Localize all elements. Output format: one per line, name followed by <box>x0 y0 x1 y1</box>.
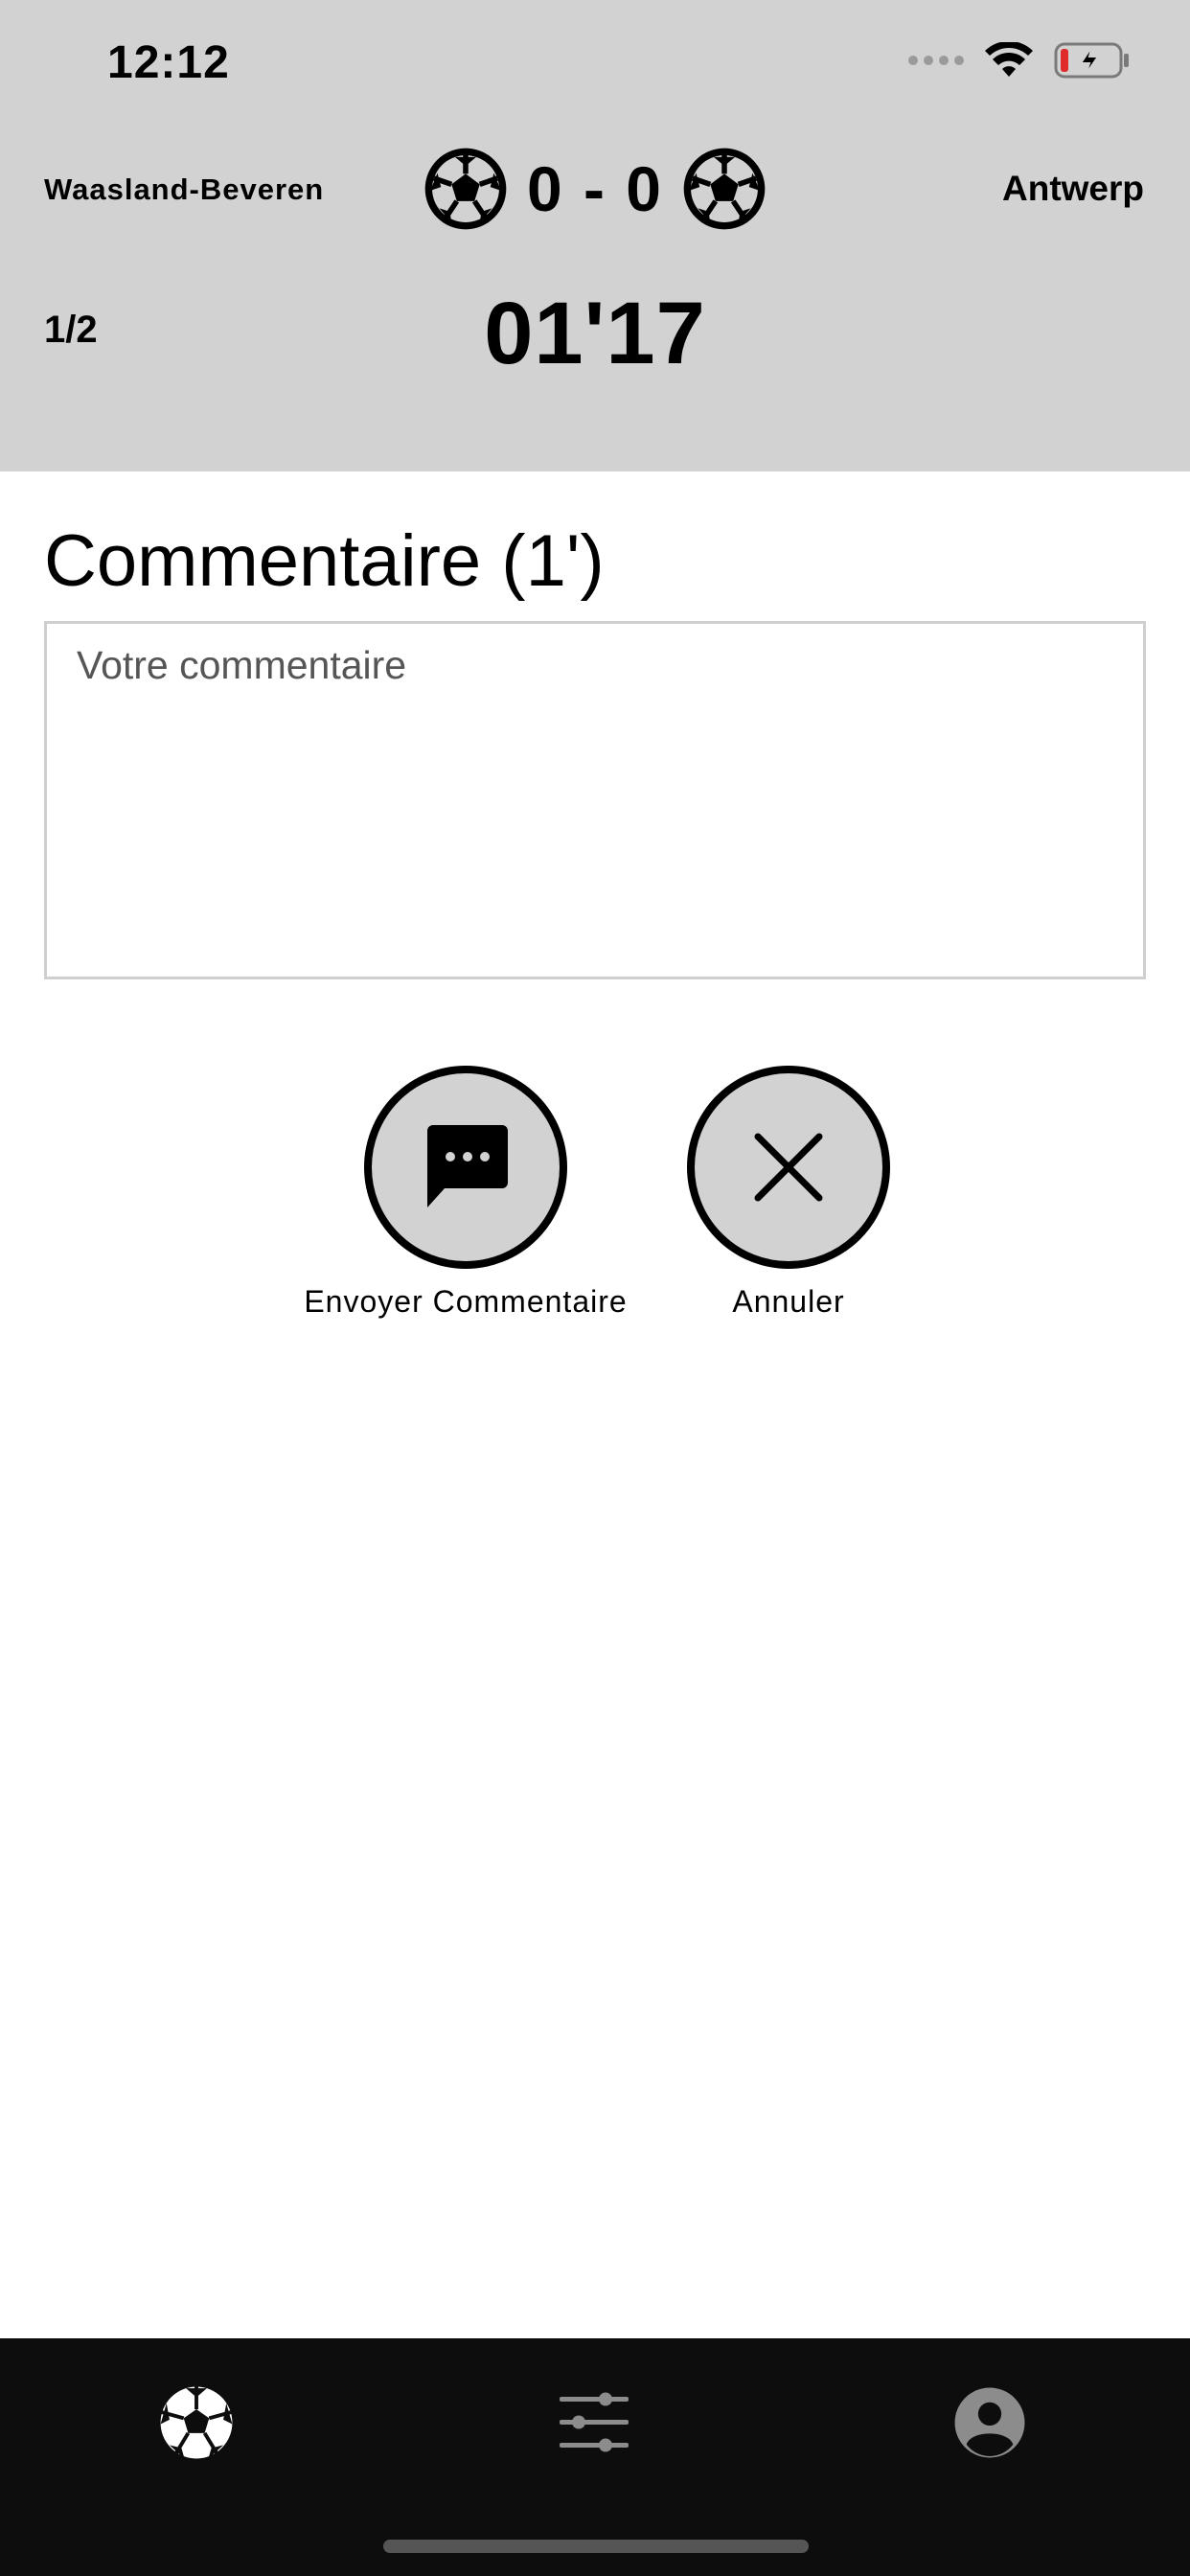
away-soccer-ball-icon <box>680 145 768 233</box>
tab-account[interactable] <box>942 2375 1038 2471</box>
soccer-ball-icon <box>160 2386 233 2459</box>
chat-bubble-icon <box>427 1125 508 1208</box>
away-team-name: Antwerp <box>1002 169 1144 208</box>
cancel-button[interactable] <box>687 1066 890 1269</box>
comment-title: Commentaire (1') <box>44 520 605 602</box>
cancel-action: Annuler <box>616 1066 961 1320</box>
tab-settings[interactable] <box>546 2375 642 2471</box>
scoreboard: 0 - 0 <box>422 144 768 234</box>
close-icon <box>754 1133 823 1202</box>
sliders-icon <box>560 2392 629 2452</box>
cancel-label: Annuler <box>732 1284 845 1319</box>
wifi-icon <box>985 42 1033 79</box>
match-header: 12:12 Waasland-Beveren 0 - 0 Antwerp 1/2… <box>0 0 1190 472</box>
app-root: 12:12 Waasland-Beveren 0 - 0 Antwerp 1/2… <box>0 0 1190 2576</box>
match-clock: 01'17 <box>484 285 706 382</box>
home-soccer-ball-icon <box>422 145 510 233</box>
match-score: 0 - 0 <box>526 153 664 224</box>
tab-match[interactable] <box>149 2375 244 2471</box>
account-icon <box>954 2387 1025 2458</box>
home-team-name: Waasland-Beveren <box>44 172 325 206</box>
home-indicator <box>383 2540 809 2553</box>
battery-charging-icon <box>1054 42 1131 79</box>
comment-input[interactable] <box>44 621 1146 979</box>
status-icons <box>908 42 1131 79</box>
send-comment-button[interactable] <box>364 1066 567 1269</box>
status-time: 12:12 <box>107 37 230 88</box>
cellular-signal-icon <box>908 56 964 65</box>
send-comment-action: Envoyer Commentaire <box>293 1066 638 1320</box>
send-comment-label: Envoyer Commentaire <box>304 1284 628 1319</box>
